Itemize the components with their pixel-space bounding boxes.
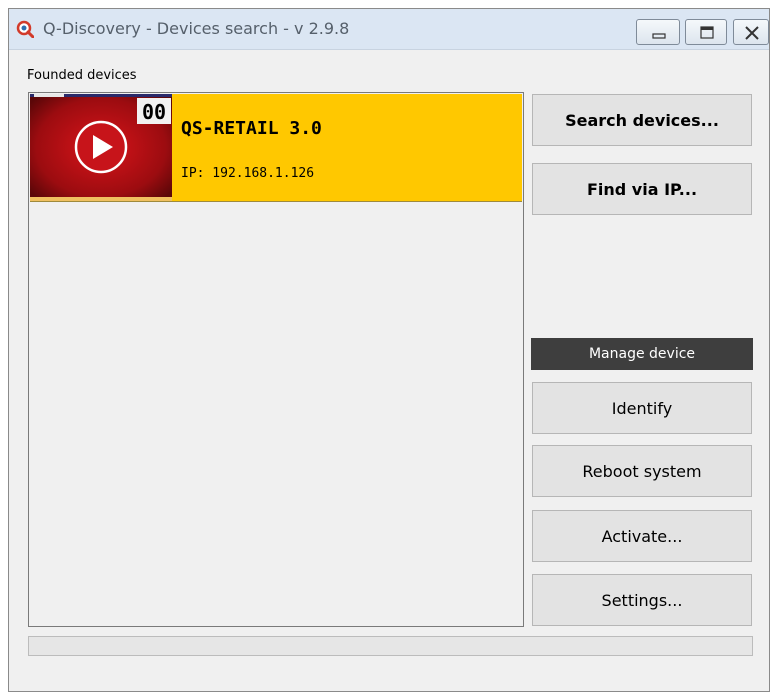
settings-button[interactable]: Settings...	[532, 574, 752, 626]
thumbnail-badge: 00	[137, 98, 171, 124]
restore-button[interactable]	[685, 19, 727, 45]
close-icon	[745, 26, 759, 40]
device-ip: IP: 192.168.1.126	[181, 166, 315, 181]
minimize-button[interactable]	[636, 19, 680, 45]
play-icon	[74, 120, 128, 174]
reboot-system-button[interactable]: Reboot system	[532, 445, 752, 497]
app-window: Q-Discovery - Devices search - v 2.9.8 F…	[8, 8, 770, 692]
manage-device-header: Manage device	[531, 338, 753, 370]
title-bar[interactable]: Q-Discovery - Devices search - v 2.9.8	[9, 9, 769, 50]
activate-button[interactable]: Activate...	[532, 510, 752, 562]
device-name: QS-RETAIL 3.0	[181, 118, 322, 139]
restore-icon	[700, 26, 714, 39]
find-via-ip-button[interactable]: Find via IP...	[532, 163, 752, 215]
devices-group-label: Founded devices	[27, 68, 137, 83]
search-devices-button[interactable]: Search devices...	[532, 94, 752, 146]
progress-bar	[28, 636, 753, 656]
device-list[interactable]: 00 QS-RETAIL 3.0 IP: 192.168.1.126	[28, 92, 524, 627]
device-item[interactable]: 00 QS-RETAIL 3.0 IP: 192.168.1.126	[30, 94, 522, 202]
device-thumbnail: 00	[30, 94, 172, 201]
window-title: Q-Discovery - Devices search - v 2.9.8	[43, 19, 350, 38]
minimize-icon	[652, 33, 666, 39]
svg-text:00: 00	[142, 100, 166, 124]
q-search-icon	[16, 20, 34, 38]
close-button[interactable]	[733, 19, 769, 45]
identify-button[interactable]: Identify	[532, 382, 752, 434]
